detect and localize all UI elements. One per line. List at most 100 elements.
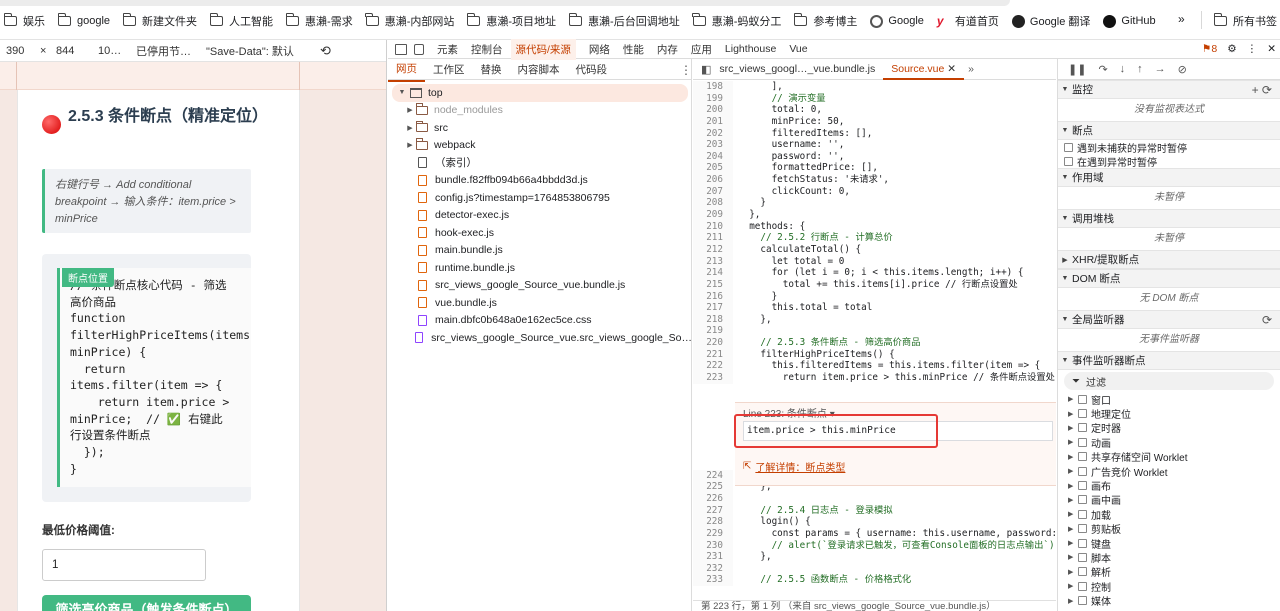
line-number[interactable]: 220 bbox=[693, 337, 733, 349]
throttle-select[interactable]: 已停用节… bbox=[136, 43, 196, 59]
line-number[interactable]: 228 bbox=[693, 516, 733, 528]
tree-item[interactable]: main.dbfc0b648a0e162ec5ce.css bbox=[388, 312, 691, 330]
watch-section-header[interactable]: ▼ 监控 + ⟳ bbox=[1058, 80, 1280, 99]
inspect-element-icon[interactable] bbox=[395, 43, 407, 55]
line-number[interactable]: 227 bbox=[693, 504, 733, 517]
line-number[interactable]: 202 bbox=[693, 127, 733, 140]
pause-caught-checkbox[interactable]: 在遇到异常时暂停 bbox=[1058, 154, 1280, 169]
bookmark-item[interactable]: 惠瀨-需求 bbox=[285, 13, 353, 29]
checkbox-icon[interactable] bbox=[1078, 437, 1087, 447]
navigator-tab[interactable]: 网页 bbox=[388, 59, 425, 82]
bookmark-item[interactable]: 惠瀨-内部网站 bbox=[365, 13, 454, 29]
event-category[interactable]: ▶ 媒体 bbox=[1058, 593, 1280, 608]
checkbox-icon[interactable] bbox=[1078, 567, 1087, 577]
min-price-input[interactable]: 1 bbox=[42, 549, 206, 581]
tree-item[interactable]: main.bundle.js bbox=[388, 242, 691, 260]
line-number[interactable]: 231 bbox=[693, 551, 733, 563]
call-stack-section-header[interactable]: ▼ 调用堆栈 bbox=[1058, 209, 1280, 228]
zoom-select[interactable]: 10… bbox=[98, 45, 136, 57]
tree-item[interactable]: （索引） bbox=[388, 154, 691, 172]
line-number[interactable]: 201 bbox=[693, 115, 733, 128]
checkbox-icon[interactable] bbox=[1078, 524, 1087, 534]
event-category[interactable]: ▶ 控制 bbox=[1058, 579, 1280, 594]
expanded-arrow-icon[interactable]: ▼ bbox=[396, 89, 408, 96]
event-category[interactable]: ▶ 地理定位 bbox=[1058, 406, 1280, 421]
line-number[interactable]: 229 bbox=[693, 527, 733, 540]
line-number[interactable]: 225 bbox=[693, 481, 733, 493]
all-bookmarks-button[interactable]: 所有书签 bbox=[1213, 13, 1277, 29]
collapsed-arrow-icon[interactable]: ▶ bbox=[1068, 496, 1078, 504]
global-listeners-section-header[interactable]: ▼ 全局监听器 ⟳ bbox=[1058, 310, 1280, 329]
collapsed-arrow-icon[interactable]: ▶ bbox=[1068, 424, 1078, 432]
step-over-icon[interactable]: ↷ bbox=[1098, 63, 1107, 76]
pause-uncaught-checkbox[interactable]: 遇到未捕获的异常时暂停 bbox=[1058, 140, 1280, 155]
line-number[interactable]: 215 bbox=[693, 278, 733, 291]
filter-high-price-button[interactable]: 筛选高价商品（触发条件断点） bbox=[42, 595, 251, 611]
collapsed-arrow-icon[interactable]: ▶ bbox=[1068, 467, 1078, 475]
breakpoints-section-header[interactable]: ▼ 断点 bbox=[1058, 121, 1280, 140]
scope-section-header[interactable]: ▼ 作用域 bbox=[1058, 168, 1280, 187]
tree-item[interactable]: ▶ node_modules bbox=[388, 102, 691, 120]
bookmark-item[interactable]: 惠瀨-后台回调地址 bbox=[568, 13, 680, 29]
rotate-icon[interactable]: ⟲ bbox=[320, 43, 334, 59]
navigator-tab[interactable]: 工作区 bbox=[425, 59, 473, 81]
devtools-tab[interactable]: 控制台 bbox=[471, 42, 503, 57]
devtools-tab[interactable]: Vue bbox=[789, 43, 807, 55]
tree-item[interactable]: ▶ webpack bbox=[388, 137, 691, 155]
line-number[interactable]: 210 bbox=[693, 220, 733, 233]
checkbox-icon[interactable] bbox=[1078, 538, 1087, 548]
step-into-icon[interactable]: ↓ bbox=[1120, 63, 1126, 75]
devtools-tab[interactable]: 内存 bbox=[657, 42, 678, 57]
add-watch-icon[interactable]: + ⟳ bbox=[1252, 83, 1272, 97]
issues-counter[interactable]: ⚑8 bbox=[1202, 43, 1217, 55]
devtools-tab[interactable]: Lighthouse bbox=[725, 43, 776, 55]
dom-section-header[interactable]: ▼ DOM 断点 bbox=[1058, 269, 1280, 288]
checkbox-icon[interactable] bbox=[1078, 409, 1087, 419]
line-number[interactable]: 198 bbox=[693, 81, 733, 93]
devtools-tab[interactable]: 元素 bbox=[437, 42, 458, 57]
tree-item[interactable]: hook-exec.js bbox=[388, 224, 691, 242]
checkbox-icon[interactable] bbox=[1078, 423, 1087, 433]
bookmark-item[interactable]: y 有道首页 bbox=[937, 13, 999, 29]
line-number[interactable]: 203 bbox=[693, 139, 733, 151]
collapsed-arrow-icon[interactable]: ▶ bbox=[1068, 482, 1078, 490]
line-number[interactable]: 233 bbox=[693, 574, 733, 587]
devtools-tab[interactable]: 性能 bbox=[623, 42, 644, 57]
line-number[interactable]: 218 bbox=[693, 313, 733, 326]
navigator-more-icon[interactable]: ⋮ bbox=[680, 63, 691, 77]
bookmark-item[interactable]: Google 翻译 bbox=[1011, 13, 1090, 29]
devtools-tab[interactable]: 网络 bbox=[589, 42, 610, 57]
devtools-tab[interactable]: 应用 bbox=[691, 42, 712, 57]
devtools-tab[interactable]: 源代码/来源 bbox=[510, 38, 576, 60]
checkbox-icon[interactable] bbox=[1078, 466, 1087, 476]
line-number[interactable]: 219 bbox=[693, 325, 733, 338]
line-number[interactable]: 214 bbox=[693, 267, 733, 279]
line-number[interactable]: 200 bbox=[693, 104, 733, 116]
collapsed-arrow-icon[interactable]: ▶ bbox=[1068, 438, 1078, 446]
line-number[interactable]: 199 bbox=[693, 92, 733, 105]
event-breakpoints-section-header[interactable]: ▼ 事件监听器断点 bbox=[1058, 351, 1280, 370]
collapsed-arrow-icon[interactable]: ▶ bbox=[404, 141, 416, 149]
refresh-icon[interactable]: ⟳ bbox=[1262, 313, 1272, 327]
xhr-section-header[interactable]: ▶ XHR/提取断点 bbox=[1058, 250, 1280, 269]
line-number[interactable]: 208 bbox=[693, 197, 733, 210]
pause-icon[interactable]: ❚❚ bbox=[1068, 63, 1086, 76]
navigator-tab[interactable]: 替换 bbox=[473, 59, 510, 81]
bookmark-item[interactable]: 娱乐 bbox=[3, 13, 45, 29]
checkbox-icon[interactable] bbox=[1078, 394, 1087, 404]
line-number[interactable]: 232 bbox=[693, 562, 733, 575]
line-number[interactable]: 211 bbox=[693, 232, 733, 244]
line-number[interactable]: 223 bbox=[693, 372, 733, 384]
tree-item[interactable]: ▶ src bbox=[388, 119, 691, 137]
event-category[interactable]: ▶ 画布 bbox=[1058, 478, 1280, 493]
line-number[interactable]: 216 bbox=[693, 290, 733, 303]
line-number[interactable]: 221 bbox=[693, 348, 733, 361]
collapsed-arrow-icon[interactable]: ▶ bbox=[1068, 410, 1078, 418]
tree-item[interactable]: src_views_google_Source_vue.bundle.js bbox=[388, 277, 691, 295]
checkbox-icon[interactable] bbox=[1078, 581, 1087, 591]
line-number[interactable]: 217 bbox=[693, 302, 733, 314]
close-tab-icon[interactable]: ✕ bbox=[944, 63, 956, 75]
event-category[interactable]: ▶ 画中画 bbox=[1058, 493, 1280, 507]
step-out-icon[interactable]: ↑ bbox=[1137, 63, 1143, 75]
event-category[interactable]: ▶ 加载 bbox=[1058, 507, 1280, 522]
